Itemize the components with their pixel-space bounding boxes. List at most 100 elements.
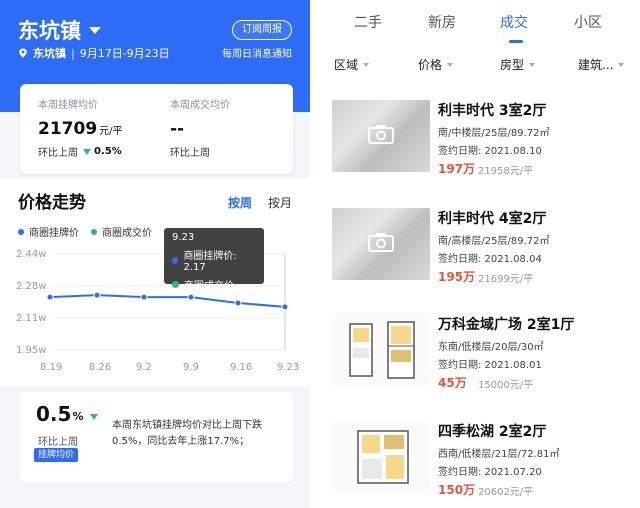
deal-avg-value: -- <box>170 119 185 139</box>
listing-item[interactable]: 万科金域广场 2室1厅 东南/低楼层/20层/30㎡ 签约日期: 2021.08… <box>310 314 640 414</box>
floorplan-image <box>357 430 409 484</box>
x-tick-label: 9.23 <box>277 362 299 373</box>
app-root: 东坑镇 东坑镇 | 9月17日-9月23日 订阅周报 每周日消息通知 本周挂牌均… <box>0 0 640 508</box>
filter-label: 房型 <box>500 58 525 72</box>
listing-unit-price: 21958元/平 <box>478 166 534 177</box>
y-tick-label: 2.28w <box>16 281 46 292</box>
listing-desc: 南/中楼层/25层/89.72㎡ <box>438 128 550 139</box>
town-selector[interactable]: 东坑镇 <box>18 15 101 45</box>
data-point <box>140 293 148 301</box>
tab-transactions[interactable]: 成交 <box>500 12 528 32</box>
filter-label: 价格 <box>418 58 443 72</box>
tooltip-dot-icon <box>172 281 179 288</box>
market-panel: 东坑镇 东坑镇 | 9月17日-9月23日 订阅周报 每周日消息通知 本周挂牌均… <box>0 0 310 508</box>
location-name: 东坑镇 <box>33 47 66 60</box>
filter-label: 区域 <box>334 58 359 72</box>
listing-item[interactable]: 四季松湖 2室2厅 西南/低楼层/21层/72.81㎡ 签约日期: 2021.0… <box>310 421 640 508</box>
caret-down-icon <box>529 62 536 67</box>
filter-price[interactable]: 价格 <box>418 56 454 73</box>
listing-price: 197万 <box>438 162 476 176</box>
stat-value: 21709 元/平 <box>38 119 123 139</box>
subscribe-button[interactable]: 订阅周报 <box>232 20 292 40</box>
filter-layout[interactable]: 房型 <box>500 56 536 73</box>
legend-label: 商圈挂牌价 <box>29 228 79 239</box>
stat-label: 本周成交均价 <box>170 100 230 111</box>
filter-bar: 区域 价格 房型 建筑... <box>310 56 640 76</box>
listing-thumbnail <box>332 208 430 280</box>
down-arrow-icon <box>83 148 91 155</box>
camera-icon <box>368 125 394 144</box>
filter-area[interactable]: 区域 <box>334 56 370 73</box>
tooltip-row-listing: 商圈挂牌价: 2.17 <box>172 247 256 273</box>
summary-pct: 0.5% <box>36 402 101 426</box>
caret-down-icon <box>618 62 625 67</box>
category-tabs: 二手 新房 成交 小区 <box>310 12 640 43</box>
stat-unit: 元/平 <box>99 126 123 137</box>
x-tick-label: 9.9 <box>183 362 199 373</box>
listing-item[interactable]: 利丰时代 4室2厅 南/高楼层/25层/89.72㎡ 签约日期: 2021.08… <box>310 208 640 308</box>
legend-dot-icon <box>18 228 24 235</box>
y-tick-label: 2.11w <box>16 313 46 324</box>
change-value: 0.5% <box>94 146 122 157</box>
floorplan-thumbnail <box>332 421 430 493</box>
chart-legend: 商圈挂牌价 商圈成交价 <box>18 224 152 239</box>
tooltip-deal: 商圈成交价: <box>184 281 238 292</box>
tooltip-date: 9.23 <box>172 232 195 243</box>
listing-date: 签约日期: 2021.08.10 <box>438 146 542 157</box>
floorplan-thumbnail <box>332 314 430 386</box>
data-point <box>46 293 54 301</box>
listing-desc: 东南/低楼层/20层/30㎡ <box>438 342 544 353</box>
listing-date: 签约日期: 2021.08.01 <box>438 360 542 371</box>
filter-building[interactable]: 建筑... <box>578 56 625 73</box>
x-tick-label: 9.2 <box>136 362 152 373</box>
stat-label: 本周挂牌均价 <box>38 100 98 111</box>
listing-price: 195万 <box>438 270 476 284</box>
listing-unit-price: 21699元/平 <box>478 274 534 285</box>
listing-title: 利丰时代 3室2厅 <box>438 103 547 119</box>
weekly-stats-card: 本周挂牌均价 21709 元/平 环比上周 0.5% 本周成交均价 -- 环比上周 <box>20 84 293 174</box>
tooltip-row-deal: 商圈成交价: <box>172 277 256 292</box>
x-tick-label: 8.26 <box>89 362 111 373</box>
legend-dot-icon <box>91 228 97 235</box>
tab-new-homes[interactable]: 新房 <box>428 12 456 32</box>
data-point <box>281 303 289 311</box>
summary-sub: 环比上周 <box>38 437 78 448</box>
tab-weekly[interactable]: 按周 <box>228 194 252 211</box>
listing-avg-value: 21709 <box>38 119 98 139</box>
listing-item[interactable]: 利丰时代 3室2厅 南/中楼层/25层/89.72㎡ 签约日期: 2021.08… <box>310 100 640 200</box>
data-point <box>234 299 242 307</box>
listing-price-stat: 本周挂牌均价 21709 元/平 环比上周 0.5% <box>38 96 123 159</box>
date-range: 9月17日-9月23日 <box>79 47 170 60</box>
deals-panel: 二手 新房 成交 小区 区域 价格 房型 建筑... 利丰时代 3室2厅 南/中… <box>310 0 640 508</box>
listing-unit-price: 15000元/平 <box>478 380 534 391</box>
y-tick-label: 2.44w <box>16 249 46 260</box>
caret-down-icon <box>89 26 101 34</box>
tooltip-dot-icon <box>172 256 179 264</box>
listing-price: 45万 <box>438 376 467 390</box>
tab-monthly[interactable]: 按月 <box>268 194 292 211</box>
legend-label: 商圈成交价 <box>102 228 152 239</box>
chart-tooltip: 9.23 商圈挂牌价: 2.17 商圈成交价: <box>164 228 264 292</box>
down-arrow-icon <box>90 414 99 420</box>
legend-item-deal: 商圈成交价 <box>91 224 152 239</box>
period-tabs: 按周 按月 <box>228 194 292 211</box>
change-label: 环比上周 <box>38 148 78 159</box>
listing-desc: 南/高楼层/25层/89.72㎡ <box>438 236 550 247</box>
caret-down-icon <box>363 62 370 67</box>
tab-second-hand[interactable]: 二手 <box>354 12 382 32</box>
summary-pct-sign: % <box>72 410 84 423</box>
listing-desc: 西南/低楼层/21层/72.81㎡ <box>438 449 560 460</box>
subscribe-note: 每周日消息通知 <box>222 49 292 60</box>
chart-title: 价格走势 <box>18 193 86 213</box>
weekly-summary-card: 0.5% 环比上周 挂牌均价 本周东坑镇挂牌均价对比上周下跌0.5%，同比去年上… <box>20 392 293 482</box>
tab-communities[interactable]: 小区 <box>574 12 602 32</box>
summary-badge: 挂牌均价 <box>34 448 79 462</box>
listing-unit-price: 20602元/平 <box>478 487 534 498</box>
location-line: 东坑镇 | 9月17日-9月23日 <box>18 45 170 61</box>
x-tick-label: 9.16 <box>230 362 252 373</box>
deal-price-stat: 本周成交均价 -- 环比上周 <box>170 96 230 159</box>
listing-title: 万科金域广场 2室1厅 <box>438 317 575 333</box>
stat-change: 环比上周 <box>170 144 230 159</box>
listing-date: 签约日期: 2021.08.04 <box>438 254 542 265</box>
summary-pct-value: 0.5 <box>36 402 72 426</box>
